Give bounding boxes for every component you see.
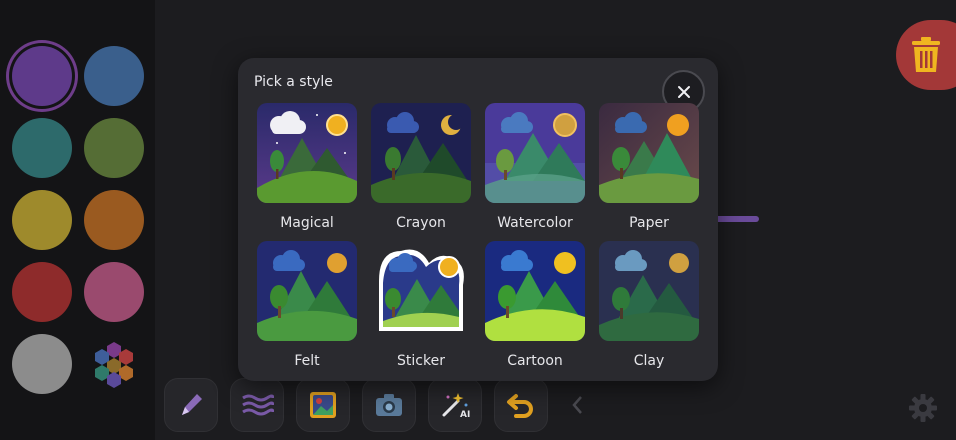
canvas-stroke	[712, 216, 759, 222]
cartoon-thumbnail	[485, 241, 585, 341]
undo-button[interactable]	[494, 378, 548, 432]
dialog-title: Pick a style	[254, 74, 333, 90]
pen-icon	[182, 394, 202, 415]
style-option-magical[interactable]: Magical	[257, 103, 357, 235]
style-option-clay[interactable]: Clay	[599, 241, 699, 373]
color-swatch-pink[interactable]	[84, 262, 144, 322]
crayon-thumbnail	[371, 103, 471, 203]
ai-magic-button[interactable]: AI	[428, 378, 482, 432]
style-option-felt[interactable]: Felt	[257, 241, 357, 373]
style-option-watercolor[interactable]: Watercolor	[485, 103, 585, 235]
color-swatch-orange[interactable]	[84, 190, 144, 250]
chevron-left-icon[interactable]	[570, 393, 586, 421]
style-option-crayon[interactable]: Crayon	[371, 103, 471, 235]
settings-gear-icon[interactable]	[908, 393, 938, 427]
camera-icon	[376, 394, 402, 416]
camera-button[interactable]	[362, 378, 416, 432]
style-label-cartoon: Cartoon	[507, 353, 563, 369]
color-swatch-purple[interactable]	[12, 46, 72, 106]
style-label-watercolor: Watercolor	[497, 215, 573, 231]
color-swatch-olive[interactable]	[84, 118, 144, 178]
magic-wand-ai-icon: AI	[442, 393, 470, 420]
close-icon	[677, 85, 690, 98]
style-option-paper[interactable]: Paper	[599, 103, 699, 235]
style-label-paper: Paper	[629, 215, 669, 231]
image-sticker-icon	[310, 392, 336, 418]
style-option-sticker[interactable]: Sticker	[371, 241, 471, 373]
multicolor-hex-icon[interactable]	[88, 340, 140, 390]
watercolor-thumbnail	[485, 103, 585, 203]
color-swatch-gray[interactable]	[12, 334, 72, 394]
color-swatch-teal[interactable]	[12, 118, 72, 178]
clay-thumbnail	[599, 241, 699, 341]
felt-thumbnail	[257, 241, 357, 341]
style-label-crayon: Crayon	[396, 215, 446, 231]
style-label-sticker: Sticker	[397, 353, 445, 369]
color-swatch-red[interactable]	[12, 262, 72, 322]
sticker-thumbnail	[371, 241, 471, 341]
undo-icon	[507, 394, 533, 418]
style-picker-dialog: Pick a style Magical Crayon Watercolor P…	[238, 58, 718, 381]
color-palette	[0, 0, 155, 440]
magical-thumbnail	[257, 103, 357, 203]
color-swatch-blue[interactable]	[84, 46, 144, 106]
style-label-felt: Felt	[294, 353, 320, 369]
color-swatch-mustard[interactable]	[12, 190, 72, 250]
style-label-clay: Clay	[633, 353, 665, 369]
style-option-cartoon[interactable]: Cartoon	[485, 241, 585, 373]
brush-style-button[interactable]	[230, 378, 284, 432]
pen-tool-button[interactable]	[164, 378, 218, 432]
trash-icon	[912, 37, 940, 72]
paper-thumbnail	[599, 103, 699, 203]
style-label-magical: Magical	[280, 215, 334, 231]
sticker-image-button[interactable]	[296, 378, 350, 432]
svg-text:AI: AI	[460, 410, 470, 420]
waves-icon	[242, 394, 274, 416]
